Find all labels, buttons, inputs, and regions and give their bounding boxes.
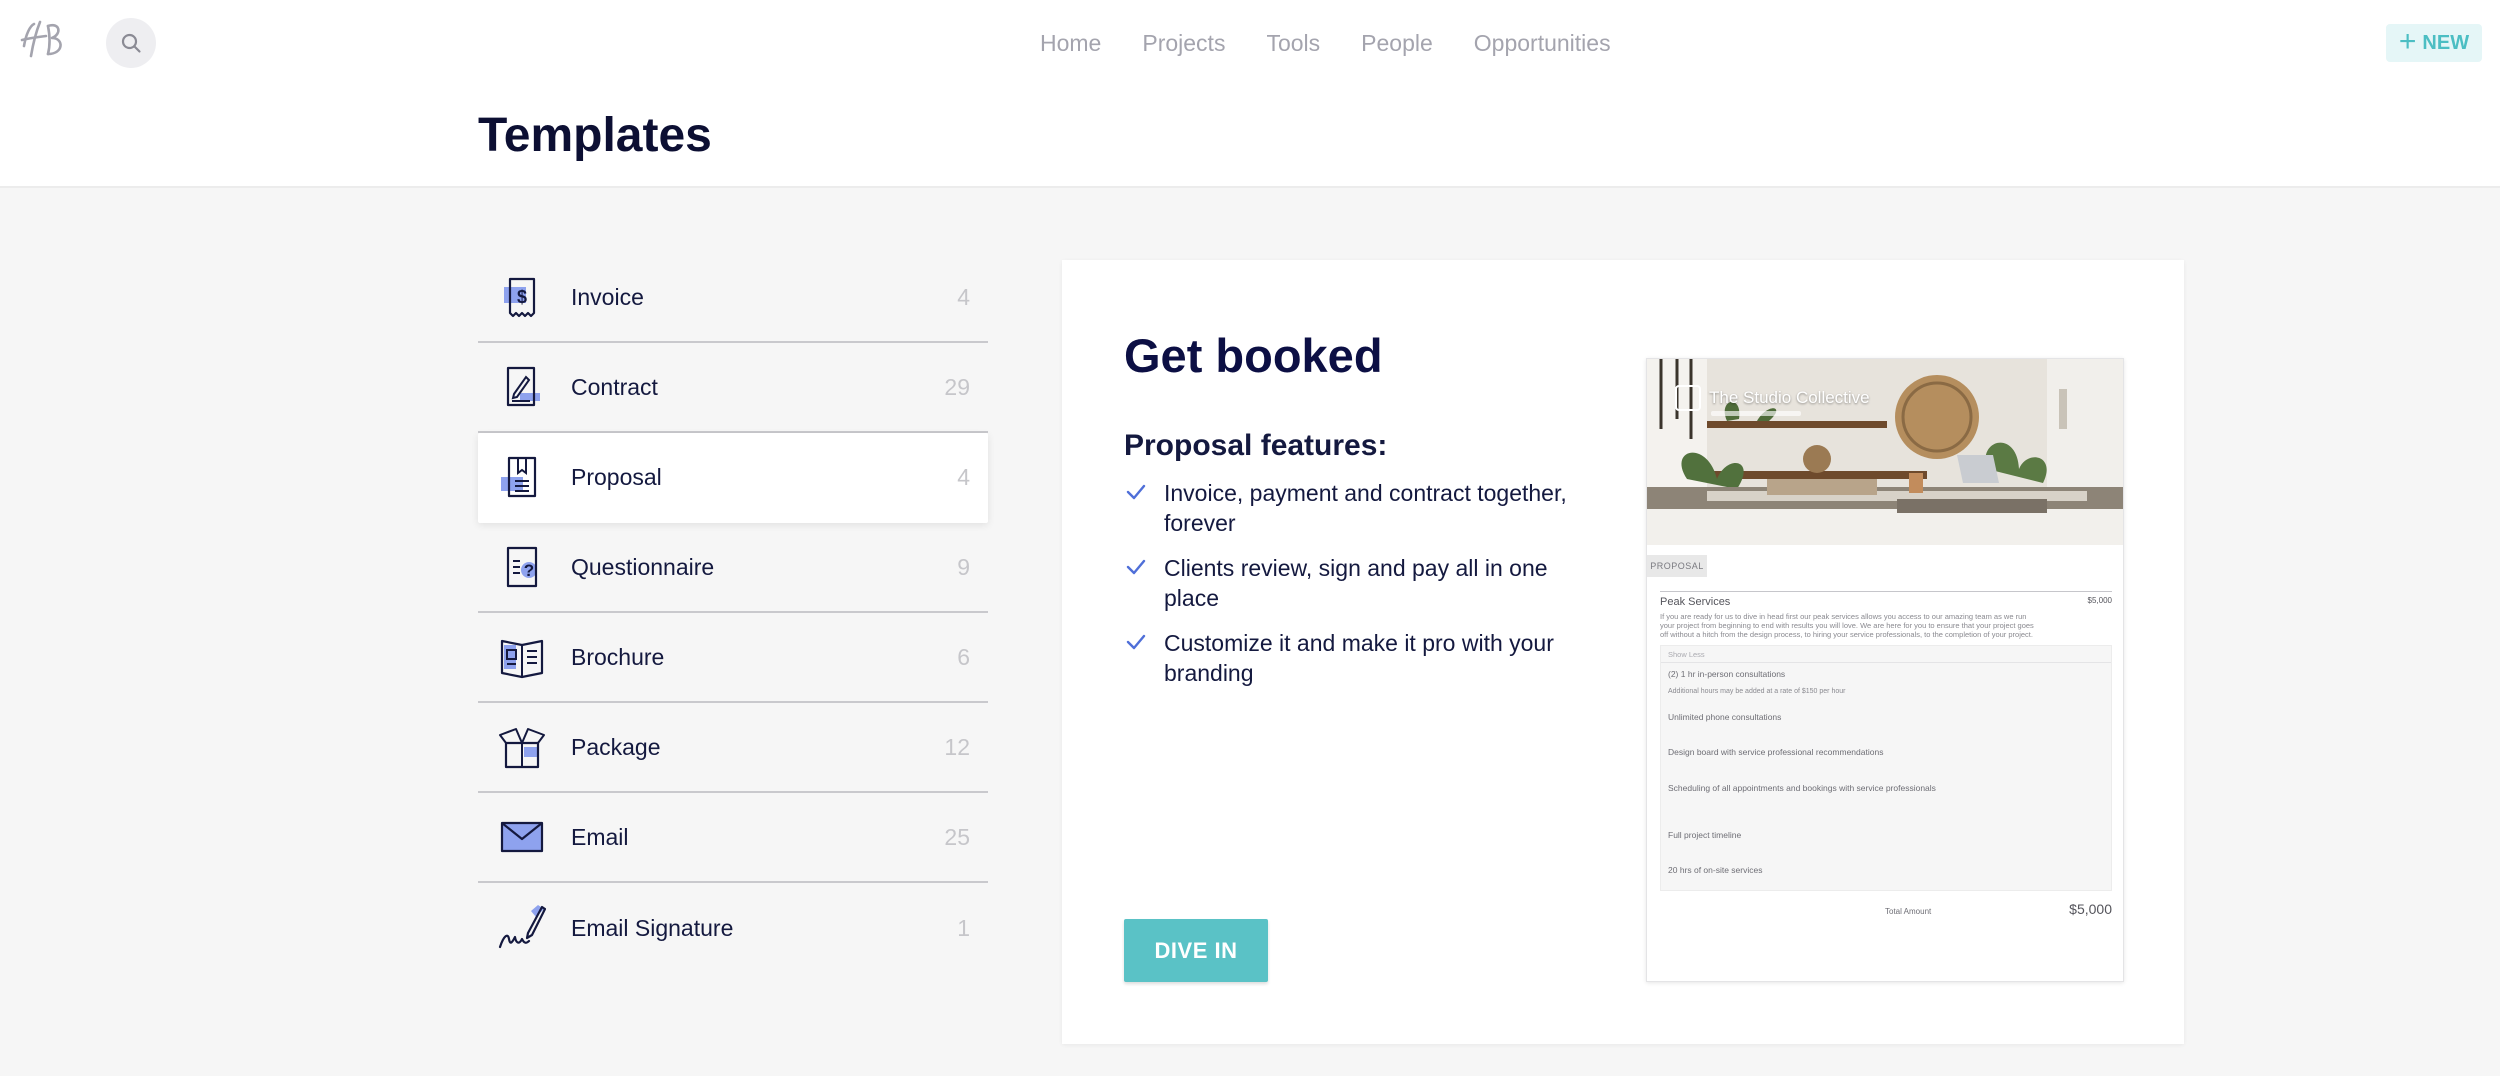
- brand-name: The Studio Collective: [1709, 388, 1870, 407]
- features-title: Proposal features:: [1124, 429, 1388, 462]
- plus-icon: +: [2398, 24, 2417, 58]
- service-header: Peak Services $5,000: [1660, 596, 2112, 610]
- total-value: $5,000: [2069, 901, 2112, 917]
- preview-document: Peak Services $5,000 If you are ready fo…: [1660, 591, 2112, 891]
- service-item: 20 hrs of on-site services: [1668, 865, 1763, 875]
- feature-text: Invoice, payment and contract together, …: [1164, 480, 1567, 536]
- service-items-box: Show Less (2) 1 hr in-person consultatio…: [1660, 645, 2112, 891]
- preview-hero-image: The Studio Collective: [1647, 359, 2123, 545]
- dive-in-button[interactable]: DIVE IN: [1124, 919, 1268, 982]
- page-title: Templates: [478, 109, 712, 162]
- template-label: Proposal: [571, 463, 662, 490]
- svg-text:$: $: [517, 287, 527, 307]
- feature-item: Clients review, sign and pay all in one …: [1124, 553, 1574, 613]
- search-button[interactable]: [106, 18, 156, 68]
- feature-item: Invoice, payment and contract together, …: [1124, 478, 1574, 538]
- preview-brand: The Studio Collective: [1675, 385, 1870, 411]
- new-button-label: NEW: [2422, 31, 2470, 54]
- nav-projects[interactable]: Projects: [1142, 26, 1225, 60]
- honeybook-logo[interactable]: [18, 16, 80, 64]
- template-label: Package: [571, 733, 661, 760]
- brand-logo: [1675, 385, 1701, 411]
- preview-tab: PROPOSAL: [1647, 555, 1707, 577]
- check-icon: [1126, 484, 1146, 500]
- service-item: Scheduling of all appointments and booki…: [1668, 783, 1936, 793]
- template-count: 25: [944, 823, 970, 850]
- template-count: 9: [957, 553, 970, 580]
- brand-tagline: [1711, 411, 1801, 416]
- template-item-package[interactable]: Package 12: [478, 703, 988, 793]
- feature-text: Clients review, sign and pay all in one …: [1164, 555, 1548, 611]
- proposal-icon: [501, 456, 537, 498]
- template-item-email-signature[interactable]: Email Signature 1: [478, 883, 988, 973]
- template-item-email[interactable]: Email 25: [478, 793, 988, 883]
- questionnaire-icon: ?: [506, 546, 538, 588]
- template-count: 6: [957, 643, 970, 670]
- brochure-icon: [500, 639, 544, 679]
- divider: [1661, 662, 2111, 663]
- template-count: 29: [944, 373, 970, 400]
- template-count: 12: [944, 733, 970, 760]
- feature-text: Customize it and make it pro with your b…: [1164, 630, 1554, 686]
- service-description: If you are ready for us to dive in head …: [1660, 612, 2034, 639]
- service-item: (2) 1 hr in-person consultations: [1668, 669, 1786, 679]
- template-label: Invoice: [571, 283, 644, 310]
- check-icon: [1126, 559, 1146, 575]
- template-label: Email Signature: [571, 914, 734, 941]
- template-item-proposal[interactable]: Proposal 4: [478, 433, 988, 523]
- template-detail-card: Get booked Proposal features: Invoice, p…: [1062, 260, 2184, 1044]
- template-count: 1: [957, 914, 970, 941]
- check-icon: [1126, 634, 1146, 650]
- svg-text:?: ?: [524, 561, 534, 580]
- top-header: Home Projects Tools People Opportunities…: [0, 0, 2500, 188]
- template-item-contract[interactable]: Contract 29: [478, 343, 988, 433]
- service-item-note: Additional hours may be added at a rate …: [1668, 688, 1846, 695]
- email-signature-icon: [498, 905, 546, 949]
- service-price: $5,000: [2087, 596, 2112, 605]
- nav-people[interactable]: People: [1361, 26, 1433, 60]
- invoice-icon: $: [504, 277, 536, 318]
- template-label: Brochure: [571, 643, 665, 670]
- template-list: $ Invoice 4 Contract 29 Proposal 4 ? Que…: [478, 253, 988, 973]
- template-item-brochure[interactable]: Brochure 6: [478, 613, 988, 703]
- template-label: Questionnaire: [571, 553, 715, 580]
- feature-item: Customize it and make it pro with your b…: [1124, 628, 1574, 688]
- service-item: Design board with service professional r…: [1668, 747, 1884, 757]
- template-label: Email: [571, 823, 629, 850]
- template-item-invoice[interactable]: $ Invoice 4: [478, 253, 988, 343]
- divider: [1660, 591, 2112, 592]
- proposal-preview[interactable]: The Studio Collective PROPOSAL Peak Serv…: [1646, 358, 2124, 982]
- service-title: Peak Services: [1660, 596, 1731, 608]
- service-item: Unlimited phone consultations: [1668, 712, 1782, 722]
- feature-list: Invoice, payment and contract together, …: [1124, 478, 1574, 703]
- detail-heading: Get booked: [1124, 329, 1383, 382]
- nav-home[interactable]: Home: [1040, 26, 1101, 60]
- nav-tools[interactable]: Tools: [1266, 26, 1320, 60]
- template-item-questionnaire[interactable]: ? Questionnaire 9: [478, 523, 988, 613]
- preview-total: Total Amount $5,000: [1660, 901, 2112, 919]
- contract-icon: [506, 366, 540, 407]
- email-icon: [500, 821, 544, 853]
- show-less-link: Show Less: [1668, 650, 1705, 659]
- new-button[interactable]: + NEW: [2386, 24, 2482, 62]
- template-count: 4: [957, 463, 970, 490]
- search-icon: [121, 33, 141, 53]
- service-item: Full project timeline: [1668, 830, 1742, 840]
- main-nav: Home Projects Tools People Opportunities: [1040, 26, 1611, 60]
- nav-opportunities[interactable]: Opportunities: [1474, 26, 1611, 60]
- package-icon: [499, 728, 545, 769]
- template-count: 4: [957, 283, 970, 310]
- template-label: Contract: [571, 373, 658, 400]
- total-label: Total Amount: [1885, 907, 1932, 916]
